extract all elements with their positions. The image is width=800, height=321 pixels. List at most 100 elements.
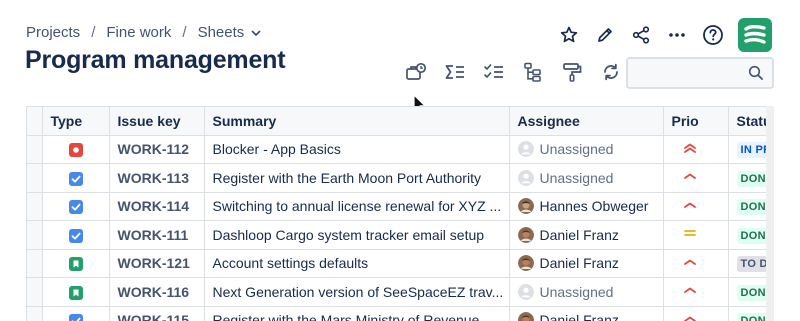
issue-type-cell (42, 220, 110, 250)
priority-high-icon (682, 198, 698, 212)
table-row[interactable]: WORK-113 Register with the Earth Moon Por… (27, 163, 774, 193)
priority-cell[interactable] (663, 306, 729, 321)
summary-cell[interactable]: Dashloop Cargo system tracker email setu… (204, 220, 510, 250)
summary-cell[interactable]: Next Generation version of SeeSpaceEZ tr… (204, 277, 510, 307)
paint-roller-icon[interactable] (560, 60, 584, 84)
sheet-toolbar (404, 60, 638, 84)
row-handle[interactable] (27, 249, 43, 278)
chevron-down-icon[interactable] (250, 27, 262, 39)
column-header-assignee[interactable]: Assignee (509, 107, 664, 136)
search-field[interactable] (634, 59, 744, 85)
priority-cell[interactable] (663, 163, 729, 193)
issue-key-link[interactable]: WORK-112 (118, 141, 190, 157)
top-actions (556, 18, 772, 52)
assignee-cell[interactable]: Daniel Franz (509, 220, 664, 250)
row-handle[interactable] (27, 163, 43, 193)
avatar (517, 226, 540, 243)
issue-type-cell (42, 192, 110, 221)
table-row[interactable]: WORK-121 Account settings defaults Daniel … (27, 249, 774, 278)
priority-cell[interactable] (663, 249, 729, 278)
row-handle[interactable] (27, 277, 43, 307)
table-row[interactable]: WORK-111 Dashloop Cargo system tracker em… (27, 220, 774, 250)
assignee-cell[interactable]: Hannes Obweger (509, 192, 664, 221)
row-handle[interactable] (27, 192, 43, 221)
assignee-name: Unassigned (539, 141, 614, 158)
issue-key-link[interactable]: WORK-113 (118, 170, 190, 186)
refresh-icon[interactable] (599, 60, 623, 84)
breadcrumb-fine-work[interactable]: Fine work (106, 24, 171, 41)
column-header-summary[interactable]: Summary (204, 107, 510, 136)
priority-cell[interactable] (663, 220, 729, 250)
issue-key-link[interactable]: WORK-121 (118, 255, 190, 271)
issue-key-cell[interactable]: WORK-112 (109, 135, 205, 164)
row-handle[interactable] (27, 220, 43, 250)
vertical-scrollbar[interactable] (766, 106, 774, 321)
summary-cell[interactable]: Switching to annual license renewal for … (204, 192, 510, 221)
summary-cell[interactable]: Register with the Earth Moon Port Author… (204, 163, 510, 193)
task-type-icon (68, 228, 83, 243)
breadcrumb-projects[interactable]: Projects (26, 24, 80, 41)
hierarchy-icon[interactable] (521, 60, 545, 84)
help-icon[interactable] (700, 21, 726, 49)
app-logo-icon[interactable] (738, 18, 772, 52)
issue-key-cell[interactable]: WORK-121 (109, 249, 205, 278)
issue-key-cell[interactable]: WORK-115 (109, 306, 205, 321)
avatar (517, 169, 540, 186)
avatar (517, 141, 540, 158)
task-type-icon (68, 171, 83, 186)
checklist-icon[interactable] (482, 60, 506, 84)
breadcrumb-separator: / (182, 24, 187, 41)
table-header-row: Type Issue key Summary Assignee Prio Sta… (27, 107, 774, 136)
priority-cell[interactable] (663, 135, 729, 164)
more-icon[interactable] (664, 21, 690, 49)
priority-high-icon (682, 255, 698, 269)
star-icon[interactable] (556, 21, 582, 49)
assignee-cell[interactable]: Unassigned (509, 277, 664, 307)
issue-type-cell (42, 277, 110, 307)
priority-highest-icon (682, 141, 698, 155)
table-row[interactable]: WORK-116 Next Generation version of SeeSp… (27, 277, 774, 307)
issue-type-cell (42, 135, 110, 164)
avatar (517, 255, 540, 272)
column-header-type[interactable]: Type (42, 107, 110, 136)
briefcase-clock-icon[interactable] (404, 60, 428, 84)
column-header-prio[interactable]: Prio (663, 107, 729, 136)
table-row[interactable]: WORK-114 Switching to annual license rene… (27, 192, 774, 221)
summary-cell[interactable]: Blocker - App Basics (204, 135, 510, 164)
story-type-icon (68, 257, 83, 272)
row-handle-header (27, 107, 43, 136)
edit-pencil-icon[interactable] (592, 21, 618, 49)
share-icon[interactable] (628, 21, 654, 49)
assignee-cell[interactable]: Daniel Franz (509, 306, 664, 321)
issue-type-cell (42, 306, 110, 321)
summary-cell[interactable]: Account settings defaults (204, 249, 510, 278)
issue-key-link[interactable]: WORK-114 (118, 198, 190, 214)
row-handle[interactable] (27, 306, 43, 321)
sum-list-icon[interactable] (443, 60, 467, 84)
task-type-icon (68, 314, 83, 321)
avatar (517, 283, 540, 300)
priority-high-icon (682, 169, 698, 183)
assignee-cell[interactable]: Daniel Franz (509, 249, 664, 278)
priority-cell[interactable] (663, 192, 729, 221)
issue-key-cell[interactable]: WORK-111 (109, 220, 205, 250)
breadcrumb-sheets[interactable]: Sheets (198, 24, 245, 41)
issue-key-cell[interactable]: WORK-116 (109, 277, 205, 307)
summary-cell[interactable]: Register with the Mars Ministry of Reven… (204, 306, 510, 321)
column-header-issue-key[interactable]: Issue key (109, 107, 205, 136)
issue-key-cell[interactable]: WORK-113 (109, 163, 205, 193)
table-row[interactable]: WORK-112 Blocker - App Basics Unassigned IN… (27, 135, 774, 164)
issue-key-link[interactable]: WORK-115 (118, 312, 190, 321)
blocker-type-icon (68, 143, 83, 158)
priority-high-icon (682, 283, 698, 297)
issue-key-cell[interactable]: WORK-114 (109, 192, 205, 221)
search-input[interactable] (626, 57, 774, 89)
assignee-cell[interactable]: Unassigned (509, 135, 664, 164)
assignee-cell[interactable]: Unassigned (509, 163, 664, 193)
priority-cell[interactable] (663, 277, 729, 307)
row-handle[interactable] (27, 135, 43, 164)
issue-key-link[interactable]: WORK-116 (118, 284, 190, 300)
issue-key-link[interactable]: WORK-111 (118, 227, 189, 243)
assignee-name: Hannes Obweger (539, 198, 649, 215)
table-row[interactable]: WORK-115 Register with the Mars Ministry … (27, 306, 774, 321)
